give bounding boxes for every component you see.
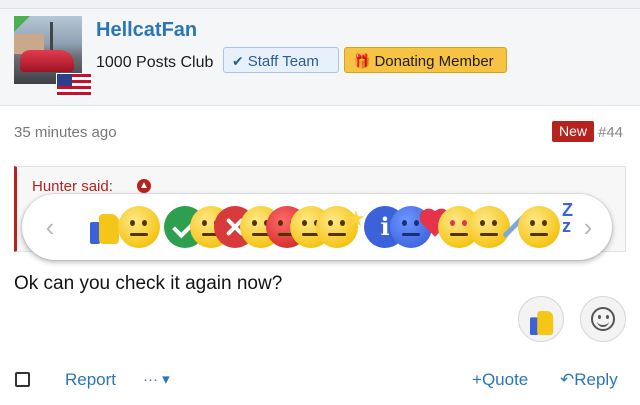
reply-label: Reply — [574, 370, 618, 389]
staff-team-badge[interactable]: ✔ Staff Team — [223, 47, 339, 73]
chevron-down-icon: ▾ — [162, 371, 170, 388]
arrow-up-circle-icon[interactable]: ▲ — [137, 179, 151, 193]
post-message: Ok can you check it again now? — [14, 273, 283, 294]
online-status-icon — [14, 16, 30, 32]
page-top-bar — [0, 0, 640, 9]
eye — [252, 220, 257, 226]
eye — [302, 220, 307, 226]
reaction-picker: ‹ ★ i Zz › — [22, 194, 612, 260]
reaction-sleepy-icon[interactable]: Zz — [562, 201, 573, 235]
user-title: 1000 Posts Club — [96, 54, 214, 71]
username-link[interactable]: HellcatFan — [96, 19, 197, 42]
thumb-hand — [537, 311, 554, 335]
reaction-tongue-icon[interactable] — [518, 206, 560, 248]
us-flag-icon — [56, 73, 92, 97]
thumb-hand — [99, 214, 119, 244]
mouth — [530, 233, 548, 236]
avatar-car — [20, 50, 74, 72]
report-button[interactable]: Report — [65, 370, 116, 390]
quote-button[interactable]: +Quote — [472, 370, 528, 390]
staff-team-label: Staff Team — [247, 53, 319, 70]
like-button[interactable] — [518, 296, 564, 342]
plus-icon: + — [472, 370, 482, 389]
eye — [530, 220, 535, 226]
eye — [492, 220, 497, 226]
mouth — [450, 233, 468, 236]
eye — [130, 220, 135, 226]
eye — [414, 220, 419, 226]
flag-canton — [57, 74, 72, 86]
reaction-next-button[interactable]: › — [578, 207, 598, 247]
quote-author[interactable]: Hunter said: — [32, 178, 113, 195]
gift-icon: 🎁 — [353, 53, 371, 69]
more-options-button[interactable]: ··· ▾ — [143, 370, 170, 388]
donating-member-label: Donating Member — [374, 53, 494, 70]
new-badge: New — [552, 121, 594, 142]
reaction-winner-icon[interactable]: ★ — [346, 206, 366, 232]
mouth — [480, 233, 498, 236]
select-post-checkbox[interactable] — [15, 372, 30, 387]
smiley-icon — [591, 307, 615, 331]
eye — [278, 220, 283, 226]
heart-eye — [462, 220, 467, 226]
eye — [202, 220, 207, 226]
donating-member-badge[interactable]: 🎁 Donating Member — [344, 47, 507, 73]
post-timestamp[interactable]: 35 minutes ago — [14, 124, 117, 141]
reply-button[interactable]: ↶Reply — [560, 370, 618, 390]
reply-icon: ↶ — [560, 370, 575, 389]
eye — [328, 220, 333, 226]
mouth — [130, 233, 148, 236]
reaction-prev-button[interactable]: ‹ — [40, 207, 60, 247]
eye — [142, 220, 147, 226]
reaction-agree-face-icon[interactable] — [118, 206, 160, 248]
eye — [340, 220, 345, 226]
post-number-link[interactable]: #44 — [598, 124, 623, 141]
eye — [402, 220, 407, 226]
heart-eye — [450, 220, 455, 226]
eye — [480, 220, 485, 226]
react-button[interactable] — [580, 296, 626, 342]
reaction-shocked-icon[interactable] — [468, 206, 510, 248]
reaction-like-icon[interactable] — [90, 204, 120, 244]
mouth — [328, 233, 346, 236]
quote-label: Quote — [481, 370, 529, 389]
eye — [542, 220, 547, 226]
mouth — [402, 233, 420, 236]
more-dots-icon: ··· — [143, 371, 158, 388]
thumbs-up-icon — [530, 303, 554, 335]
checkmark-icon: ✔ — [232, 53, 244, 69]
